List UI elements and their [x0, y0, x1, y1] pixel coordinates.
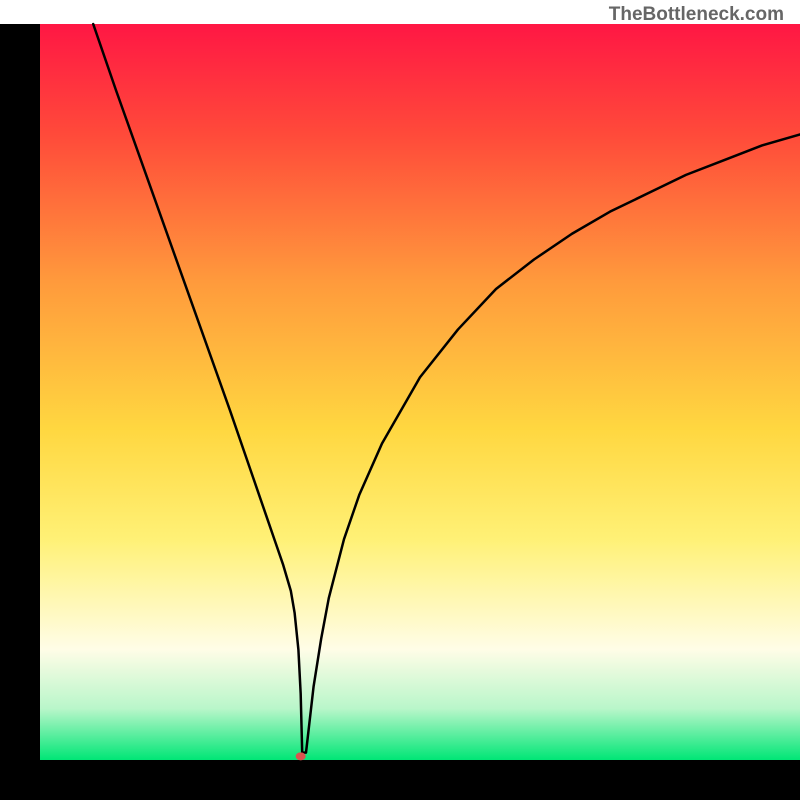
plot-background	[40, 24, 800, 760]
bottleneck-chart	[0, 0, 800, 800]
optimal-marker	[296, 752, 306, 760]
chart-container: TheBottleneck.com	[0, 0, 800, 800]
watermark-text: TheBottleneck.com	[609, 4, 784, 26]
